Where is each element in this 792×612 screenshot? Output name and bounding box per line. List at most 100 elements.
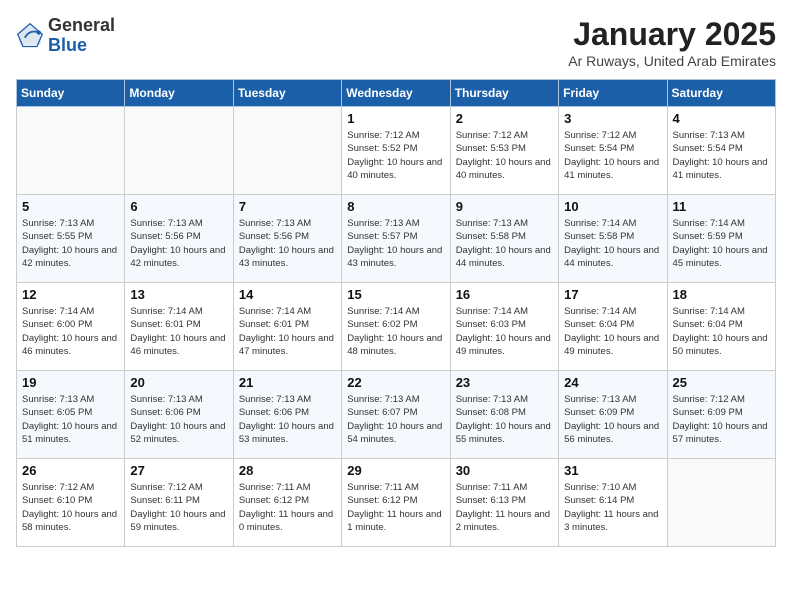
calendar-cell: 28 Sunrise: 7:11 AM Sunset: 6:12 PM Dayli… (233, 459, 341, 547)
calendar-cell: 26Sunrise: 7:12 AM Sunset: 6:10 PM Dayli… (17, 459, 125, 547)
calendar-week-row: 1 Sunrise: 7:12 AM Sunset: 5:52 PM Daylig… (17, 107, 776, 195)
calendar-cell: 16 Sunrise: 7:14 AM Sunset: 6:03 PM Dayli… (450, 283, 558, 371)
day-number: 8 (347, 199, 444, 214)
day-number: 6 (130, 199, 227, 214)
calendar-cell (125, 107, 233, 195)
day-number: 13 (130, 287, 227, 302)
day-number: 28 (239, 463, 336, 478)
day-info: Sunrise: 7:10 AM Sunset: 6:14 PM Dayligh… (564, 481, 661, 534)
day-number: 16 (456, 287, 553, 302)
calendar-cell: 6Sunrise: 7:13 AM Sunset: 5:56 PM Daylig… (125, 195, 233, 283)
day-number: 31 (564, 463, 661, 478)
col-header-saturday: Saturday (667, 80, 775, 107)
calendar-cell: 18 Sunrise: 7:14 AM Sunset: 6:04 PM Dayli… (667, 283, 775, 371)
day-number: 26 (22, 463, 119, 478)
calendar-cell: 20Sunrise: 7:13 AM Sunset: 6:06 PM Dayli… (125, 371, 233, 459)
calendar-cell: 13Sunrise: 7:14 AM Sunset: 6:01 PM Dayli… (125, 283, 233, 371)
day-info: Sunrise: 7:13 AM Sunset: 5:57 PM Dayligh… (347, 217, 444, 270)
logo-general-text: General (48, 15, 115, 35)
day-info: Sunrise: 7:12 AM Sunset: 5:53 PM Dayligh… (456, 129, 553, 182)
calendar-cell: 3Sunrise: 7:12 AM Sunset: 5:54 PM Daylig… (559, 107, 667, 195)
day-number: 23 (456, 375, 553, 390)
day-number: 22 (347, 375, 444, 390)
logo-icon (16, 22, 44, 50)
calendar-cell: 12Sunrise: 7:14 AM Sunset: 6:00 PM Dayli… (17, 283, 125, 371)
day-number: 9 (456, 199, 553, 214)
day-number: 27 (130, 463, 227, 478)
logo-text: General Blue (48, 16, 115, 56)
calendar-cell: 24Sunrise: 7:13 AM Sunset: 6:09 PM Dayli… (559, 371, 667, 459)
day-info: Sunrise: 7:14 AM Sunset: 6:03 PM Dayligh… (456, 305, 553, 358)
month-title: January 2025 (568, 16, 776, 53)
day-number: 1 (347, 111, 444, 126)
day-number: 25 (673, 375, 770, 390)
calendar-cell (17, 107, 125, 195)
calendar-cell: 1 Sunrise: 7:12 AM Sunset: 5:52 PM Daylig… (342, 107, 450, 195)
day-number: 4 (673, 111, 770, 126)
calendar-table: SundayMondayTuesdayWednesdayThursdayFrid… (16, 79, 776, 547)
day-number: 18 (673, 287, 770, 302)
logo: General Blue (16, 16, 115, 56)
day-info: Sunrise: 7:12 AM Sunset: 5:52 PM Dayligh… (347, 129, 444, 182)
day-info: Sunrise: 7:13 AM Sunset: 5:58 PM Dayligh… (456, 217, 553, 270)
calendar-header-row: SundayMondayTuesdayWednesdayThursdayFrid… (17, 80, 776, 107)
calendar-cell: 23 Sunrise: 7:13 AM Sunset: 6:08 PM Dayli… (450, 371, 558, 459)
calendar-cell: 25 Sunrise: 7:12 AM Sunset: 6:09 PM Dayli… (667, 371, 775, 459)
calendar-cell: 2 Sunrise: 7:12 AM Sunset: 5:53 PM Daylig… (450, 107, 558, 195)
day-info: Sunrise: 7:13 AM Sunset: 6:09 PM Dayligh… (564, 393, 661, 446)
day-number: 21 (239, 375, 336, 390)
day-info: Sunrise: 7:14 AM Sunset: 5:58 PM Dayligh… (564, 217, 661, 270)
day-info: Sunrise: 7:12 AM Sunset: 6:11 PM Dayligh… (130, 481, 227, 534)
col-header-tuesday: Tuesday (233, 80, 341, 107)
calendar-week-row: 26Sunrise: 7:12 AM Sunset: 6:10 PM Dayli… (17, 459, 776, 547)
day-number: 14 (239, 287, 336, 302)
day-info: Sunrise: 7:11 AM Sunset: 6:12 PM Dayligh… (239, 481, 336, 534)
calendar-cell: 17 Sunrise: 7:14 AM Sunset: 6:04 PM Dayli… (559, 283, 667, 371)
calendar-cell: 8 Sunrise: 7:13 AM Sunset: 5:57 PM Daylig… (342, 195, 450, 283)
day-info: Sunrise: 7:13 AM Sunset: 6:07 PM Dayligh… (347, 393, 444, 446)
day-info: Sunrise: 7:13 AM Sunset: 6:08 PM Dayligh… (456, 393, 553, 446)
day-info: Sunrise: 7:14 AM Sunset: 6:04 PM Dayligh… (564, 305, 661, 358)
calendar-cell (667, 459, 775, 547)
day-number: 7 (239, 199, 336, 214)
calendar-cell: 11 Sunrise: 7:14 AM Sunset: 5:59 PM Dayli… (667, 195, 775, 283)
calendar-cell: 9 Sunrise: 7:13 AM Sunset: 5:58 PM Daylig… (450, 195, 558, 283)
day-info: Sunrise: 7:14 AM Sunset: 5:59 PM Dayligh… (673, 217, 770, 270)
day-info: Sunrise: 7:13 AM Sunset: 6:06 PM Dayligh… (239, 393, 336, 446)
day-number: 11 (673, 199, 770, 214)
logo-blue-text: Blue (48, 35, 87, 55)
calendar-cell: 19 Sunrise: 7:13 AM Sunset: 6:05 PM Dayli… (17, 371, 125, 459)
calendar-cell: 30Sunrise: 7:11 AM Sunset: 6:13 PM Dayli… (450, 459, 558, 547)
calendar-cell: 10 Sunrise: 7:14 AM Sunset: 5:58 PM Dayli… (559, 195, 667, 283)
day-info: Sunrise: 7:13 AM Sunset: 5:56 PM Dayligh… (239, 217, 336, 270)
day-number: 30 (456, 463, 553, 478)
calendar-week-row: 19 Sunrise: 7:13 AM Sunset: 6:05 PM Dayli… (17, 371, 776, 459)
day-number: 29 (347, 463, 444, 478)
col-header-friday: Friday (559, 80, 667, 107)
calendar-cell: 29 Sunrise: 7:11 AM Sunset: 6:12 PM Dayli… (342, 459, 450, 547)
calendar-cell: 7 Sunrise: 7:13 AM Sunset: 5:56 PM Daylig… (233, 195, 341, 283)
col-header-sunday: Sunday (17, 80, 125, 107)
day-number: 20 (130, 375, 227, 390)
day-info: Sunrise: 7:12 AM Sunset: 5:54 PM Dayligh… (564, 129, 661, 182)
day-number: 19 (22, 375, 119, 390)
day-info: Sunrise: 7:14 AM Sunset: 6:01 PM Dayligh… (239, 305, 336, 358)
day-info: Sunrise: 7:11 AM Sunset: 6:12 PM Dayligh… (347, 481, 444, 534)
calendar-cell: 4Sunrise: 7:13 AM Sunset: 5:54 PM Daylig… (667, 107, 775, 195)
calendar-week-row: 5Sunrise: 7:13 AM Sunset: 5:55 PM Daylig… (17, 195, 776, 283)
day-info: Sunrise: 7:13 AM Sunset: 6:05 PM Dayligh… (22, 393, 119, 446)
day-number: 10 (564, 199, 661, 214)
day-number: 17 (564, 287, 661, 302)
calendar-week-row: 12Sunrise: 7:14 AM Sunset: 6:00 PM Dayli… (17, 283, 776, 371)
day-info: Sunrise: 7:14 AM Sunset: 6:04 PM Dayligh… (673, 305, 770, 358)
title-block: January 2025 Ar Ruways, United Arab Emir… (568, 16, 776, 69)
col-header-thursday: Thursday (450, 80, 558, 107)
location-subtitle: Ar Ruways, United Arab Emirates (568, 53, 776, 69)
page-header: General Blue January 2025 Ar Ruways, Uni… (16, 16, 776, 69)
day-info: Sunrise: 7:14 AM Sunset: 6:02 PM Dayligh… (347, 305, 444, 358)
day-info: Sunrise: 7:12 AM Sunset: 6:09 PM Dayligh… (673, 393, 770, 446)
day-number: 2 (456, 111, 553, 126)
calendar-cell: 21 Sunrise: 7:13 AM Sunset: 6:06 PM Dayli… (233, 371, 341, 459)
day-info: Sunrise: 7:14 AM Sunset: 6:00 PM Dayligh… (22, 305, 119, 358)
calendar-cell: 27 Sunrise: 7:12 AM Sunset: 6:11 PM Dayli… (125, 459, 233, 547)
